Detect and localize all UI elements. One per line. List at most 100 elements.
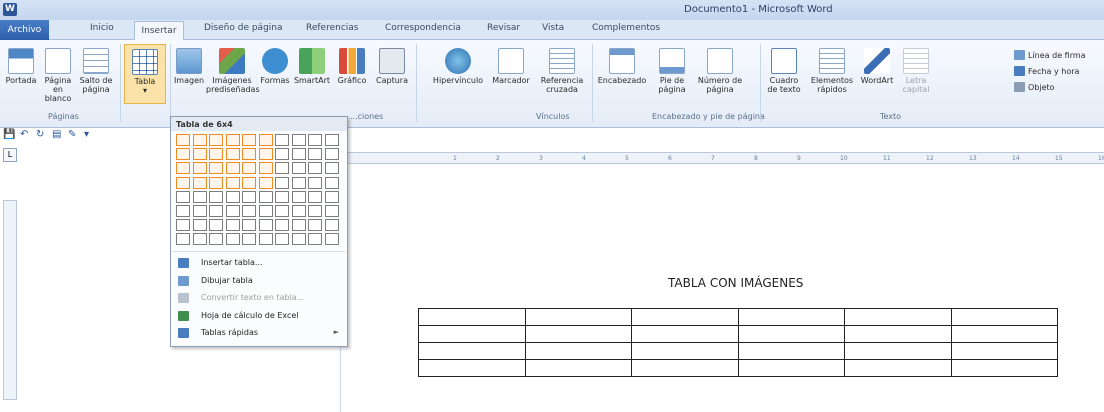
- edit-icon[interactable]: ✎: [68, 129, 76, 140]
- grid-cell[interactable]: [242, 134, 256, 146]
- table-menu-item[interactable]: Insertar tabla...: [173, 255, 345, 271]
- smartart-button[interactable]: SmartArt: [292, 48, 332, 85]
- tabla-button[interactable]: Tabla ▾: [124, 44, 166, 104]
- grid-cell[interactable]: [308, 148, 322, 161]
- grid-cell[interactable]: [291, 190, 306, 203]
- grid-cell[interactable]: [242, 205, 256, 217]
- grid-cell[interactable]: [324, 176, 339, 189]
- grid-cell[interactable]: [275, 134, 289, 146]
- table-cell[interactable]: [844, 359, 952, 377]
- elementos-rapidos-button[interactable]: Elementos rápidos: [808, 48, 856, 94]
- table-cell[interactable]: [631, 359, 739, 377]
- grid-cell[interactable]: [209, 233, 223, 246]
- table-cell[interactable]: [950, 359, 1058, 377]
- table-cell[interactable]: [737, 359, 845, 377]
- grid-cell[interactable]: [275, 205, 289, 217]
- grid-cell[interactable]: [308, 219, 322, 232]
- grid-cell[interactable]: [275, 219, 289, 232]
- grid-cell[interactable]: [324, 219, 339, 232]
- grid-cell[interactable]: [308, 233, 322, 246]
- pie-de-pagina-button[interactable]: Pie de página: [652, 48, 692, 94]
- table-menu-item[interactable]: Hoja de cálculo de Excel: [173, 308, 345, 324]
- grid-cell[interactable]: [275, 233, 289, 246]
- grid-cell[interactable]: [258, 134, 273, 146]
- customize-toolbar-icon[interactable]: ▾: [84, 129, 89, 140]
- hipervinculo-button[interactable]: Hipervínculo: [430, 48, 486, 85]
- table-cell[interactable]: [844, 342, 952, 360]
- grid-cell[interactable]: [308, 190, 322, 203]
- undo-icon[interactable]: ↶: [20, 129, 28, 140]
- table-menu-item[interactable]: Dibujar tabla: [173, 273, 345, 289]
- grid-cell[interactable]: [209, 219, 223, 232]
- grid-cell[interactable]: [225, 176, 240, 189]
- grid-cell[interactable]: [324, 205, 339, 217]
- formas-button[interactable]: Formas: [258, 48, 292, 85]
- table-cell[interactable]: [844, 308, 952, 326]
- grafico-button[interactable]: Gráfico: [332, 48, 372, 85]
- grid-cell[interactable]: [275, 190, 289, 203]
- grid-cell[interactable]: [275, 148, 289, 161]
- table-cell[interactable]: [950, 325, 1058, 343]
- grid-cell[interactable]: [275, 162, 289, 175]
- grid-cell[interactable]: [176, 233, 190, 246]
- document-table[interactable]: [418, 308, 1058, 377]
- grid-cell[interactable]: [225, 219, 240, 232]
- numero-de-pagina-button[interactable]: Número de página: [694, 48, 746, 94]
- table-cell[interactable]: [737, 342, 845, 360]
- tab-referencias[interactable]: Referencias: [306, 23, 359, 33]
- grid-cell[interactable]: [225, 134, 240, 146]
- grid-cell[interactable]: [209, 148, 223, 161]
- table-cell[interactable]: [631, 342, 739, 360]
- grid-cell[interactable]: [192, 148, 207, 161]
- grid-cell[interactable]: [192, 190, 207, 203]
- tab-selector-icon[interactable]: L: [3, 148, 17, 162]
- grid-cell[interactable]: [275, 176, 289, 189]
- table-cell[interactable]: [524, 308, 632, 326]
- grid-cell[interactable]: [209, 205, 223, 217]
- grid-cell[interactable]: [324, 233, 339, 246]
- grid-cell[interactable]: [258, 176, 273, 189]
- tab-vista[interactable]: Vista: [542, 23, 564, 33]
- grid-cell[interactable]: [176, 134, 190, 146]
- grid-cell[interactable]: [242, 176, 256, 189]
- grid-cell[interactable]: [291, 219, 306, 232]
- grid-cell[interactable]: [192, 233, 207, 246]
- grid-cell[interactable]: [242, 233, 256, 246]
- print-preview-icon[interactable]: ▤: [52, 129, 61, 140]
- grid-cell[interactable]: [242, 190, 256, 203]
- tab-diseno[interactable]: Diseño de página: [204, 23, 283, 33]
- grid-cell[interactable]: [291, 162, 306, 175]
- fecha-y-hora-button[interactable]: Fecha y hora: [1014, 66, 1079, 76]
- grid-cell[interactable]: [291, 233, 306, 246]
- table-cell[interactable]: [631, 325, 739, 343]
- table-cell[interactable]: [524, 325, 632, 343]
- table-cell[interactable]: [844, 325, 952, 343]
- table-menu-item[interactable]: Tablas rápidas ►: [173, 325, 345, 341]
- table-cell[interactable]: [524, 342, 632, 360]
- grid-cell[interactable]: [324, 162, 339, 175]
- grid-cell[interactable]: [192, 205, 207, 217]
- salto-de-pagina-button[interactable]: Salto de página: [78, 48, 114, 94]
- grid-cell[interactable]: [324, 148, 339, 161]
- grid-cell[interactable]: [192, 219, 207, 232]
- table-cell[interactable]: [524, 359, 632, 377]
- grid-cell[interactable]: [242, 219, 256, 232]
- table-cell[interactable]: [737, 325, 845, 343]
- grid-cell[interactable]: [291, 205, 306, 217]
- grid-cell[interactable]: [209, 134, 223, 146]
- tab-archivo[interactable]: Archivo: [0, 20, 49, 40]
- grid-cell[interactable]: [258, 162, 273, 175]
- grid-cell[interactable]: [258, 205, 273, 217]
- grid-cell[interactable]: [192, 134, 207, 146]
- grid-cell[interactable]: [209, 162, 223, 175]
- grid-cell[interactable]: [242, 162, 256, 175]
- imagen-button[interactable]: Imagen: [172, 48, 206, 85]
- grid-cell[interactable]: [258, 190, 273, 203]
- grid-cell[interactable]: [291, 176, 306, 189]
- grid-cell[interactable]: [225, 233, 240, 246]
- grid-cell[interactable]: [258, 233, 273, 246]
- grid-cell[interactable]: [308, 162, 322, 175]
- table-cell[interactable]: [737, 308, 845, 326]
- grid-cell[interactable]: [176, 148, 190, 161]
- referencia-cruzada-button[interactable]: Referencia cruzada: [536, 48, 588, 94]
